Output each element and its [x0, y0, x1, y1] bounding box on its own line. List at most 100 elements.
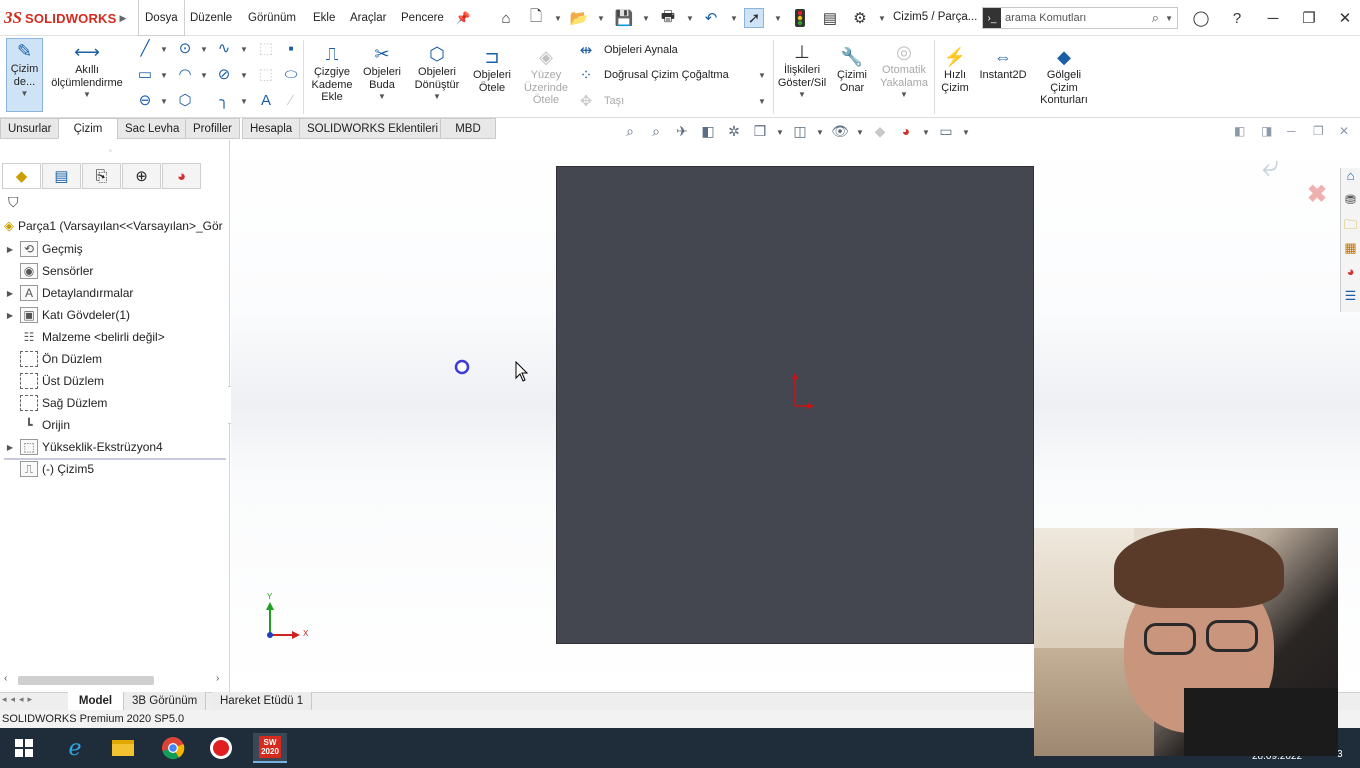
chevron-down-icon[interactable]: ▼ [922, 128, 930, 137]
text-icon[interactable]: A [256, 90, 276, 110]
mirror-entities-button[interactable]: ⇹ Objeleri Aynala [576, 40, 678, 60]
apply-scene-icon[interactable]: ◕ [896, 123, 916, 139]
windows-start-icon[interactable] [7, 733, 41, 763]
print-icon[interactable]: 🖶 [658, 8, 678, 28]
spline-icon[interactable]: ∿ [214, 38, 234, 58]
chevron-down-icon[interactable]: ▼ [240, 71, 248, 80]
expand-arrow-icon[interactable]: ▶ [4, 311, 16, 320]
custom-properties-icon[interactable]: ☰ [1341, 288, 1360, 312]
search-icon[interactable]: ⌕ [1152, 10, 1159, 26]
tab-3d-views[interactable]: 3B Görünüm [124, 692, 207, 710]
tile-right-icon[interactable]: ◨ [1261, 124, 1272, 138]
tree-item-11[interactable]: ⎍ (-) Çizim5 [4, 458, 94, 480]
rectangle-icon[interactable]: ▭ [135, 64, 155, 84]
tree-item-6[interactable]: Ön Düzlem [4, 348, 102, 370]
file-explorer-icon[interactable]: 🗀 [1341, 216, 1360, 240]
solidworks-taskbar-icon[interactable]: SW 2020 [253, 733, 287, 763]
chrome-icon[interactable] [156, 733, 190, 763]
tile-left-icon[interactable]: ◧ [1234, 124, 1245, 138]
ellipse-partial-icon[interactable]: ⊘ [214, 64, 234, 84]
screen-recorder-icon[interactable] [204, 733, 238, 763]
tree-item-10[interactable]: ▶ ⬚ Yükseklik-Ekstrüzyon4 [4, 436, 163, 458]
chevron-down-icon[interactable]: ▼ [554, 14, 562, 23]
sketch-button[interactable]: ✎ Çizim de... ▼ [6, 38, 43, 112]
view-orientation-icon[interactable]: ❒ [750, 123, 770, 140]
zoom-to-area-icon[interactable]: ⌕ [646, 123, 666, 140]
view-palette-icon[interactable]: ▦ [1341, 240, 1360, 264]
chevron-down-icon[interactable]: ▼ [160, 97, 168, 106]
doc-close-icon[interactable]: ✕ [1339, 124, 1349, 138]
minimize-icon[interactable]: ─ [1263, 8, 1283, 28]
close-icon[interactable]: ✕ [1335, 8, 1355, 28]
chevron-down-icon[interactable]: ▼ [758, 71, 766, 80]
offset-on-line-button[interactable]: ⎍ Çizgiye Kademe Ekle [308, 42, 356, 104]
tab-evaluate[interactable]: Hesapla [242, 118, 301, 139]
rebuild-traffic-light-icon[interactable] [790, 8, 810, 28]
slot-icon[interactable]: ⊖ [135, 90, 155, 110]
dynamic-annotation-icon[interactable]: ✲ [724, 123, 744, 140]
section-view-icon[interactable]: ◧ [698, 123, 718, 140]
tree-item-5[interactable]: ☷ Malzeme <belirli değil> [4, 326, 165, 348]
chevron-down-icon[interactable]: ▼ [240, 45, 248, 54]
chevron-down-icon[interactable]: ▼ [730, 14, 738, 23]
rollback-bar[interactable] [4, 458, 226, 460]
circle-icon[interactable]: ⊙ [175, 38, 195, 58]
tree-root-part[interactable]: ◈ Parça1 (Varsayılan<<Varsayılan>_Gör [4, 215, 223, 237]
panel-collapse-handle[interactable]: ◦ [109, 146, 112, 155]
options-gear-icon[interactable]: ⚙ [850, 8, 870, 28]
tree-horizontal-scrollbar[interactable]: ‹ › [2, 673, 228, 687]
trim-entities-button[interactable]: ✂ Objeleri Buda ▼ [358, 42, 406, 104]
chevron-down-icon[interactable]: ▼ [200, 45, 208, 54]
previous-view-icon[interactable]: ✈ [672, 123, 692, 140]
arc-icon[interactable]: ◠ [175, 64, 195, 84]
menu-window[interactable]: Pencere [395, 0, 450, 36]
tab-navigation-arrows[interactable]: ◂◂◂▸ [2, 694, 36, 705]
tree-item-2[interactable]: ◉ Sensörler [4, 260, 93, 282]
instant2d-button[interactable]: ⇔ Instant2D [976, 45, 1030, 82]
tab-sheet-metal[interactable]: Sac Levha [117, 118, 188, 139]
menu-view[interactable]: Görünüm [242, 0, 302, 36]
fillet-icon[interactable]: ╮ [214, 90, 234, 110]
tab-configuration-manager[interactable]: ⎘ [82, 163, 121, 189]
hide-show-items-icon[interactable]: 👁 [830, 123, 850, 140]
menu-insert[interactable]: Ekle [307, 0, 341, 36]
home-icon[interactable]: ⌂ [496, 8, 516, 28]
zoom-to-fit-icon[interactable]: ⌕ [620, 123, 640, 140]
chevron-down-icon[interactable]: ▼ [200, 71, 208, 80]
select-cursor-icon[interactable]: ➚ [744, 8, 764, 28]
rapid-sketch-button[interactable]: ⚡ Hızlı Çizim [936, 45, 974, 94]
help-icon[interactable]: ? [1227, 8, 1247, 28]
display-style-icon[interactable]: ◫ [790, 123, 810, 140]
chevron-down-icon[interactable]: ▼ [1165, 14, 1173, 23]
appearances-scenes-icon[interactable]: ◕ [1341, 264, 1360, 288]
solidworks-resources-icon[interactable]: ⌂ [1341, 168, 1360, 192]
design-library-icon[interactable]: ⛃ [1341, 192, 1360, 216]
tree-item-9[interactable]: ┗ Orijin [4, 414, 70, 436]
ellipse-icon[interactable]: ⬭ [281, 64, 301, 84]
view-settings-icon[interactable]: ▭ [936, 123, 956, 140]
undo-icon[interactable]: ↶ [701, 8, 721, 28]
filter-icon[interactable]: ⛉ [8, 194, 19, 211]
chevron-down-icon[interactable]: ▼ [878, 14, 886, 23]
menu-file[interactable]: Dosya [138, 0, 185, 36]
chevron-down-icon[interactable]: ▼ [160, 45, 168, 54]
chevron-down-icon[interactable]: ▼ [240, 97, 248, 106]
tab-profiles[interactable]: Profiller [185, 118, 240, 139]
linear-pattern-button[interactable]: ⁘ Doğrusal Çizim Çoğaltma [576, 65, 729, 85]
chevron-down-icon[interactable]: ▼ [856, 128, 864, 137]
line-icon[interactable]: ╱ [135, 38, 155, 58]
chevron-down-icon[interactable]: ▼ [776, 128, 784, 137]
tab-model[interactable]: Model [68, 692, 124, 710]
cancel-sketch-icon[interactable]: ✖ [1307, 180, 1327, 209]
menu-edit[interactable]: Düzenle [184, 0, 238, 36]
pin-icon[interactable]: 📌 [453, 8, 473, 28]
point-icon[interactable]: ■ [281, 38, 301, 58]
tab-feature-tree[interactable]: ◆ [2, 163, 41, 189]
tree-item-4[interactable]: ▶ ▣ Katı Gövdeler(1) [4, 304, 130, 326]
open-icon[interactable]: 📂 [569, 8, 589, 28]
tab-display-manager[interactable]: ◕ [162, 163, 201, 189]
tab-property-manager[interactable]: ▤ [42, 163, 81, 189]
chevron-down-icon[interactable]: ▼ [962, 128, 970, 137]
tab-sketch[interactable]: Çizim [58, 118, 118, 139]
chevron-down-icon[interactable]: ▼ [597, 14, 605, 23]
